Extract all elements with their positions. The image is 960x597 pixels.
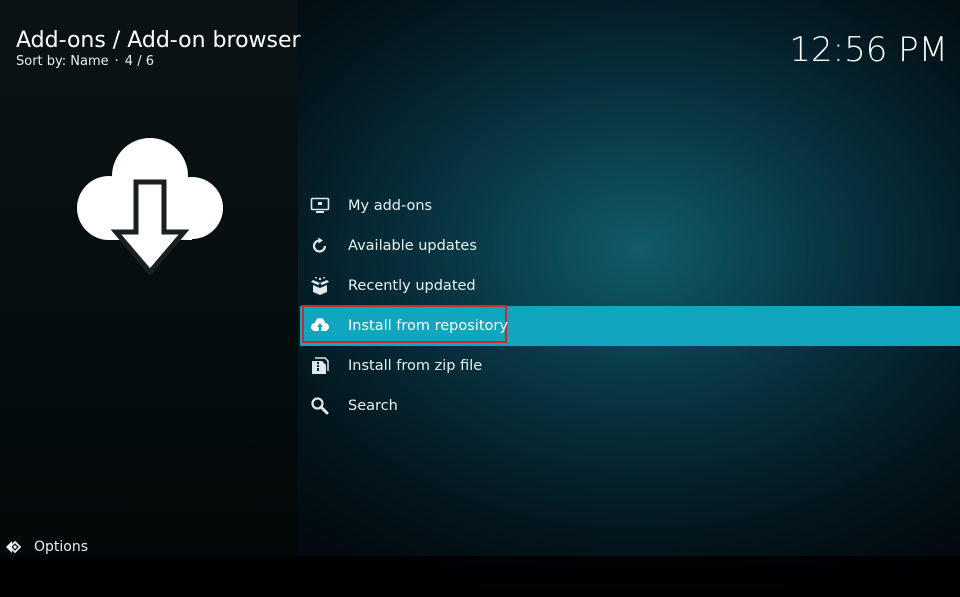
cloud-upload-icon (310, 316, 330, 336)
menu-item-install-from-zip-file[interactable]: Install from zip file (300, 346, 960, 386)
cloud-download-icon (76, 136, 226, 276)
menu-item-label: My add-ons (348, 198, 433, 214)
page-title: Add-ons / Add-on browser (16, 28, 301, 53)
search-icon (310, 396, 330, 416)
options-arrows-icon (6, 538, 24, 556)
menu-item-search[interactable]: Search (300, 386, 960, 426)
zip-file-icon (310, 356, 330, 376)
left-info-panel (0, 0, 298, 560)
menu-item-available-updates[interactable]: Available updates (300, 226, 960, 266)
options-label: Options (34, 539, 89, 555)
menu-item-label: Recently updated (348, 278, 476, 294)
sort-label: Sort by: Name (16, 54, 109, 69)
open-box-icon (310, 276, 330, 296)
menu-item-label: Install from zip file (348, 358, 483, 374)
clock: 12:56 PM (789, 30, 948, 70)
menu-item-label: Available updates (348, 238, 477, 254)
addon-menu: My add-ons Available updates Recently up… (300, 186, 960, 426)
refresh-icon (310, 236, 330, 256)
monitor-icon (310, 196, 330, 216)
menu-item-label: Install from repository (348, 318, 508, 334)
menu-item-my-addons[interactable]: My add-ons (300, 186, 960, 226)
options-button[interactable]: Options (6, 538, 88, 556)
sort-separator: · (114, 54, 119, 69)
item-position: 4 / 6 (124, 54, 154, 69)
bottom-bar (0, 556, 960, 597)
menu-item-label: Search (348, 398, 398, 414)
menu-item-recently-updated[interactable]: Recently updated (300, 266, 960, 306)
sort-info: Sort by: Name · 4 / 6 (16, 54, 154, 69)
kodi-addon-browser-screen: Add-ons / Add-on browser Sort by: Name · 4… (0, 0, 960, 597)
menu-item-install-from-repository[interactable]: Install from repository (300, 305, 960, 346)
